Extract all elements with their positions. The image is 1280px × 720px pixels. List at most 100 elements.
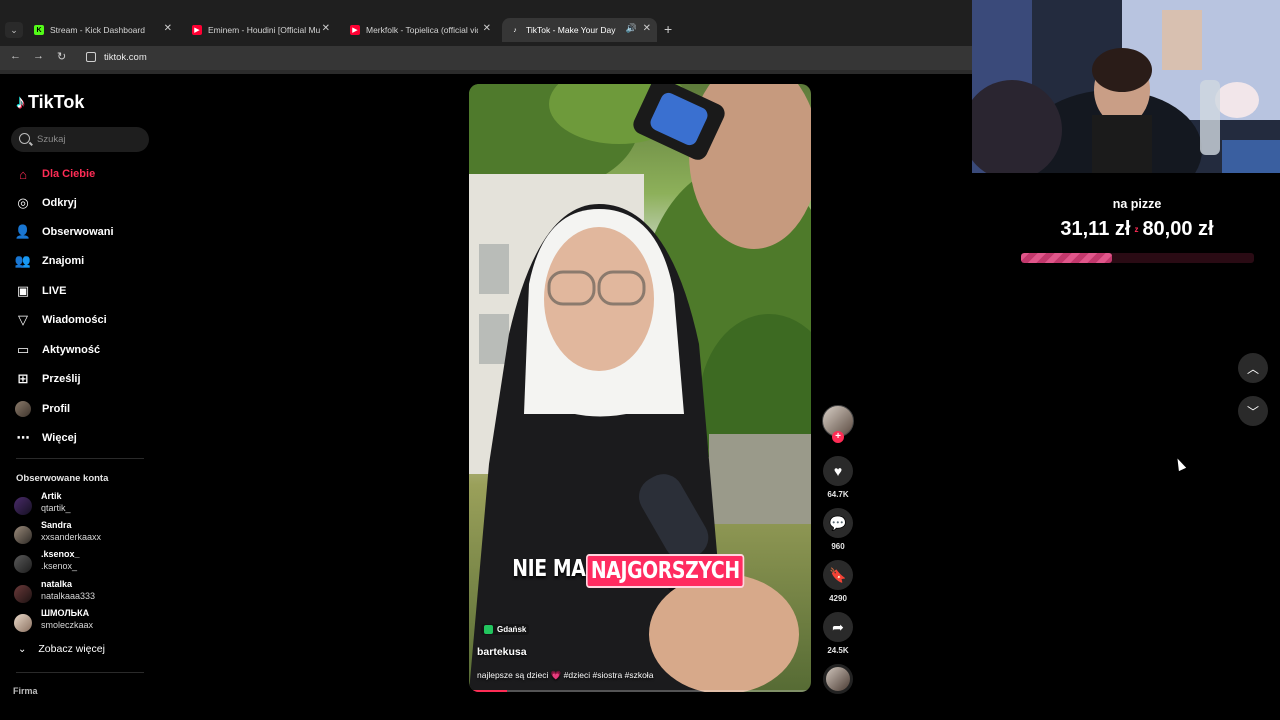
video-player[interactable]: NIE MA NAJGORSZYCH Gdańsk bartekusa najl… (469, 84, 811, 692)
tab-merkfolk-topielica[interactable]: ▶ Merkfolk - Topielica (official vid ✕ (342, 18, 497, 42)
new-tab-button[interactable]: + (664, 21, 672, 37)
close-icon[interactable]: ✕ (483, 23, 491, 34)
followed-account[interactable]: .ksenox_ .ksenox_ (14, 549, 154, 577)
site-info-icon[interactable] (86, 52, 96, 62)
location-label: Gdańsk (497, 625, 527, 634)
follow-plus-icon[interactable]: + (832, 431, 844, 443)
tab-label: TikTok - Make Your Day (526, 25, 616, 35)
nav-znajomi[interactable]: 👥 Znajomi (14, 250, 84, 272)
account-name: natalka (41, 579, 73, 589)
mouse-cursor-icon (1173, 456, 1187, 472)
messages-icon: ▽ (18, 312, 28, 327)
account-handle: qtartik_ (41, 503, 71, 513)
nav-przeslij[interactable]: ⊞ Prześlij (14, 368, 81, 390)
caption-plain: NIE MA (512, 556, 586, 582)
bookmark-icon[interactable]: 🔖 (823, 560, 853, 590)
youtube-icon: ▶ (350, 25, 360, 35)
close-icon[interactable]: ✕ (164, 23, 172, 34)
donation-goal-amount: 31,11 zł z 80,00 zł (1020, 218, 1254, 241)
nav-label: Dla Ciebie (42, 168, 96, 180)
like-count: 64.7K (827, 490, 849, 499)
share-icon[interactable]: ➦ (823, 612, 853, 642)
comment-action[interactable]: 💬 960 (823, 508, 853, 551)
nav-label: Prześlij (42, 373, 81, 385)
close-icon[interactable]: ✕ (643, 23, 651, 34)
account-name: Artik (41, 491, 62, 501)
nav-obserwowani[interactable]: 👤 Obserwowani (14, 221, 114, 243)
chevron-down-icon: ⌄ (18, 643, 27, 655)
webcam-overlay (972, 0, 1280, 173)
profile-avatar (14, 400, 32, 418)
forward-icon[interactable]: → (33, 50, 44, 62)
nav-aktywnosc[interactable]: ▭ Aktywność (14, 339, 100, 361)
search-box[interactable] (11, 127, 149, 152)
music-disc[interactable] (823, 664, 853, 694)
address-bar: ← → ↻ tiktok.com (0, 46, 972, 70)
tab-label: Eminem - Houdini [Official Mus (208, 25, 320, 35)
search-input[interactable] (37, 131, 142, 148)
caption-highlight: NAJGORSZYCH (586, 554, 745, 588)
share-action[interactable]: ➦ 24.5K (823, 612, 853, 655)
like-action[interactable]: ♥ 64.7K (823, 456, 853, 499)
account-handle: xxsanderkaaxx (41, 532, 102, 542)
previous-video-button[interactable]: ︿ (1238, 353, 1268, 383)
nav-label: Profil (42, 403, 71, 415)
see-more-label: Zobacz więcej (38, 643, 105, 655)
video-author[interactable]: bartekusa (477, 646, 527, 658)
video-description: najlepsze są dzieci 💗 #dzieci #siostra #… (477, 670, 654, 680)
avatar (14, 526, 32, 544)
video-progress-bar[interactable] (469, 690, 811, 692)
back-icon[interactable]: ← (10, 50, 21, 62)
followed-account[interactable]: ШМОЛЬКА smoleczkaax (14, 608, 154, 636)
tab-kick-dashboard[interactable]: K Stream - Kick Dashboard ✕ (26, 18, 178, 42)
nav-profil[interactable]: Profil (14, 398, 70, 420)
nav-dla-ciebie[interactable]: ⌂ Dla Ciebie (14, 163, 95, 185)
account-name: .ksenox_ (41, 549, 80, 559)
reload-icon[interactable]: ↻ (57, 50, 66, 63)
followed-account[interactable]: Sandra xxsanderkaaxx (14, 520, 154, 548)
goal-separator: z (1134, 225, 1139, 235)
followed-account[interactable]: Artik qtartik_ (14, 491, 154, 519)
nav-wiecej[interactable]: ⋯ Więcej (14, 427, 77, 449)
chevron-down-icon: ﹀ (1246, 404, 1259, 419)
nav-label: LIVE (42, 285, 67, 297)
next-video-button[interactable]: ﹀ (1238, 396, 1268, 426)
speaker-icon[interactable]: 🔊 (626, 23, 637, 34)
avatar (14, 497, 32, 515)
comment-icon[interactable]: 💬 (823, 508, 853, 538)
nav-label: Wiadomości (42, 314, 107, 326)
live-icon: ▣ (16, 283, 30, 298)
compass-icon: ◎ (17, 195, 29, 210)
youtube-icon: ▶ (192, 25, 202, 35)
tab-label: Stream - Kick Dashboard (50, 25, 145, 35)
share-count: 24.5K (827, 646, 849, 655)
followed-account[interactable]: natalka natalkaaa333 (14, 579, 154, 607)
nav-label: Znajomi (42, 255, 85, 267)
nav-label: Odkryj (42, 197, 77, 209)
account-name: Sandra (41, 520, 72, 530)
url-field[interactable]: tiktok.com (104, 52, 147, 63)
avatar (14, 555, 32, 573)
footer-firma-link[interactable]: Firma (13, 686, 38, 696)
upload-icon: ⊞ (17, 371, 29, 386)
more-icon: ⋯ (16, 430, 30, 445)
see-more-link[interactable]: ⌄ Zobacz więcej (18, 643, 105, 655)
close-icon[interactable]: ✕ (322, 23, 330, 34)
nav-wiadomosci[interactable]: ▽ Wiadomości (14, 309, 107, 331)
browser-tab-bar: ⌄ K Stream - Kick Dashboard ✕ ▶ Eminem -… (0, 0, 972, 46)
tab-eminem-houdini[interactable]: ▶ Eminem - Houdini [Official Mus ✕ (184, 18, 336, 42)
search-icon (19, 133, 30, 144)
location-tag[interactable]: Gdańsk (481, 624, 530, 635)
heart-icon[interactable]: ♥ (823, 456, 853, 486)
tab-search-dropdown[interactable]: ⌄ (5, 22, 23, 38)
divider (16, 672, 144, 673)
save-action[interactable]: 🔖 4290 (823, 560, 853, 603)
account-handle: natalkaaa333 (41, 591, 96, 601)
tab-tiktok[interactable]: ♪ TikTok - Make Your Day 🔊 ✕ (502, 18, 657, 42)
nav-odkryj[interactable]: ◎ Odkryj (14, 192, 77, 214)
webcam-feed (972, 0, 1280, 173)
account-handle: smoleczkaax (41, 620, 94, 630)
nav-live[interactable]: ▣ LIVE (14, 280, 67, 302)
activity-icon: ▭ (16, 342, 30, 357)
tiktok-logo[interactable]: ♪ TikTok (16, 92, 84, 113)
